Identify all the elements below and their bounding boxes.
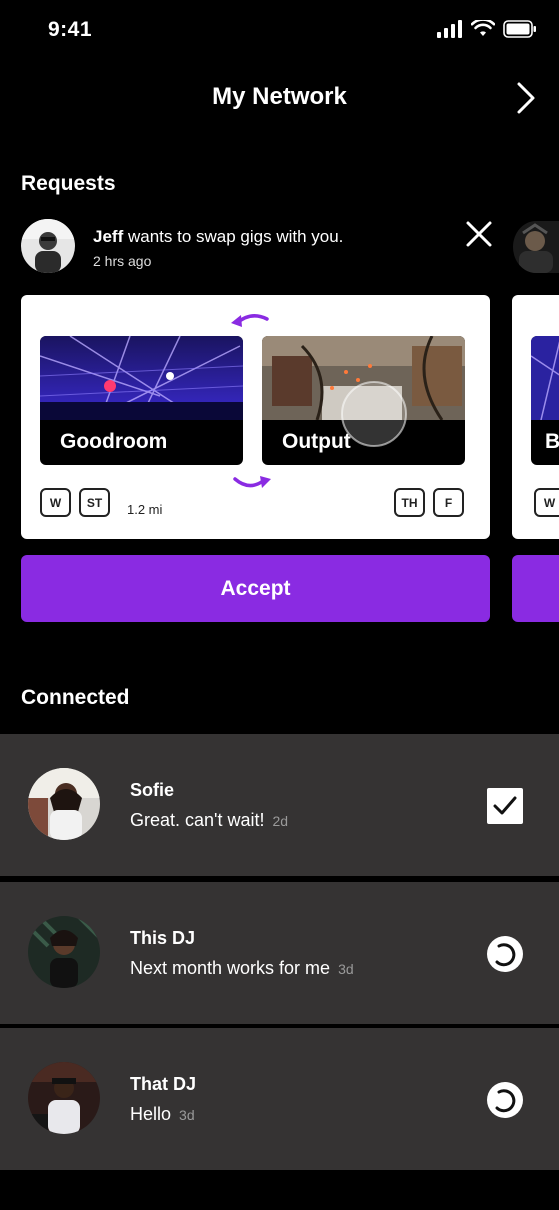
connection-message: Great. can't wait! 2d: [130, 810, 288, 831]
day-badge: F: [433, 488, 464, 517]
wifi-icon: [471, 20, 495, 36]
venue-photo: [40, 336, 243, 420]
to-venue-card[interactable]: Output: [262, 336, 465, 465]
next-request-avatar[interactable]: [513, 221, 559, 273]
request-user[interactable]: Jeff: [93, 227, 123, 246]
connection-message: Next month works for me 3d: [130, 958, 354, 979]
request-action: wants to swap gigs with you.: [127, 227, 344, 246]
signal-icon: [437, 20, 462, 38]
close-icon: [466, 221, 492, 247]
venue-photo: [531, 336, 559, 421]
day-badge: W: [40, 488, 71, 517]
distance: 1.2 mi: [127, 502, 163, 517]
list-item[interactable]: This DJ Next month works for me 3d: [0, 882, 559, 1024]
swap-arrow-bottom-icon: [233, 476, 271, 488]
message-time: 3d: [338, 961, 354, 977]
message-time: 3d: [179, 1107, 195, 1123]
status-time: 9:41: [48, 18, 93, 41]
request-time: 2 hrs ago: [93, 253, 152, 269]
next-accept-button[interactable]: [512, 555, 559, 622]
touch-indicator-icon: [341, 381, 407, 447]
connection-name: That DJ: [130, 1074, 197, 1094]
request-text: Jeff wants to swap gigs with you.: [93, 227, 343, 247]
connected-title: Connected: [21, 686, 130, 709]
next-swap-card[interactable]: B W: [512, 295, 559, 539]
connection-name: This DJ: [130, 928, 196, 948]
pending-spinner-icon[interactable]: [487, 1082, 523, 1118]
peek-venue: B: [531, 336, 559, 465]
accept-button[interactable]: Accept: [21, 555, 490, 622]
message-text: Hello: [130, 1104, 172, 1124]
avatar: [28, 768, 100, 840]
day-badge: W: [534, 488, 559, 517]
next-button[interactable]: [511, 78, 541, 118]
connection-message: Hello 3d: [130, 1104, 195, 1125]
swap-arrow-top-icon: [231, 314, 269, 327]
header: My Network: [0, 70, 559, 126]
avatar[interactable]: [21, 219, 75, 273]
status-icons: [437, 20, 537, 38]
avatar: [28, 916, 100, 988]
requests-title: Requests: [21, 172, 116, 195]
avatar: [28, 1062, 100, 1134]
day-badge: TH: [394, 488, 425, 517]
confirmed-checkbox-icon[interactable]: [487, 788, 523, 824]
battery-icon: [503, 20, 536, 38]
request-header: Jeff wants to swap gigs with you. 2 hrs …: [21, 219, 559, 275]
status-bar: 9:41: [0, 0, 559, 60]
from-venue-card[interactable]: Goodroom: [40, 336, 243, 465]
message-time: 2d: [272, 813, 289, 829]
page-title: My Network: [212, 83, 347, 110]
connection-name: Sofie: [130, 780, 175, 800]
peek-venue-initial: B: [545, 430, 559, 453]
list-item[interactable]: Sofie Great. can't wait! 2d: [0, 734, 559, 876]
from-venue-name: Goodroom: [60, 430, 168, 453]
message-text: Great. can't wait!: [130, 810, 265, 830]
message-text: Next month works for me: [130, 958, 331, 978]
day-badge: ST: [79, 488, 110, 517]
chevron-right-icon: [517, 82, 535, 114]
dismiss-button[interactable]: [464, 219, 494, 249]
list-item[interactable]: That DJ Hello 3d: [0, 1028, 559, 1170]
pending-spinner-icon[interactable]: [487, 936, 523, 972]
swap-card[interactable]: Goodroom Output W ST 1.2 mi TH F: [21, 295, 490, 539]
